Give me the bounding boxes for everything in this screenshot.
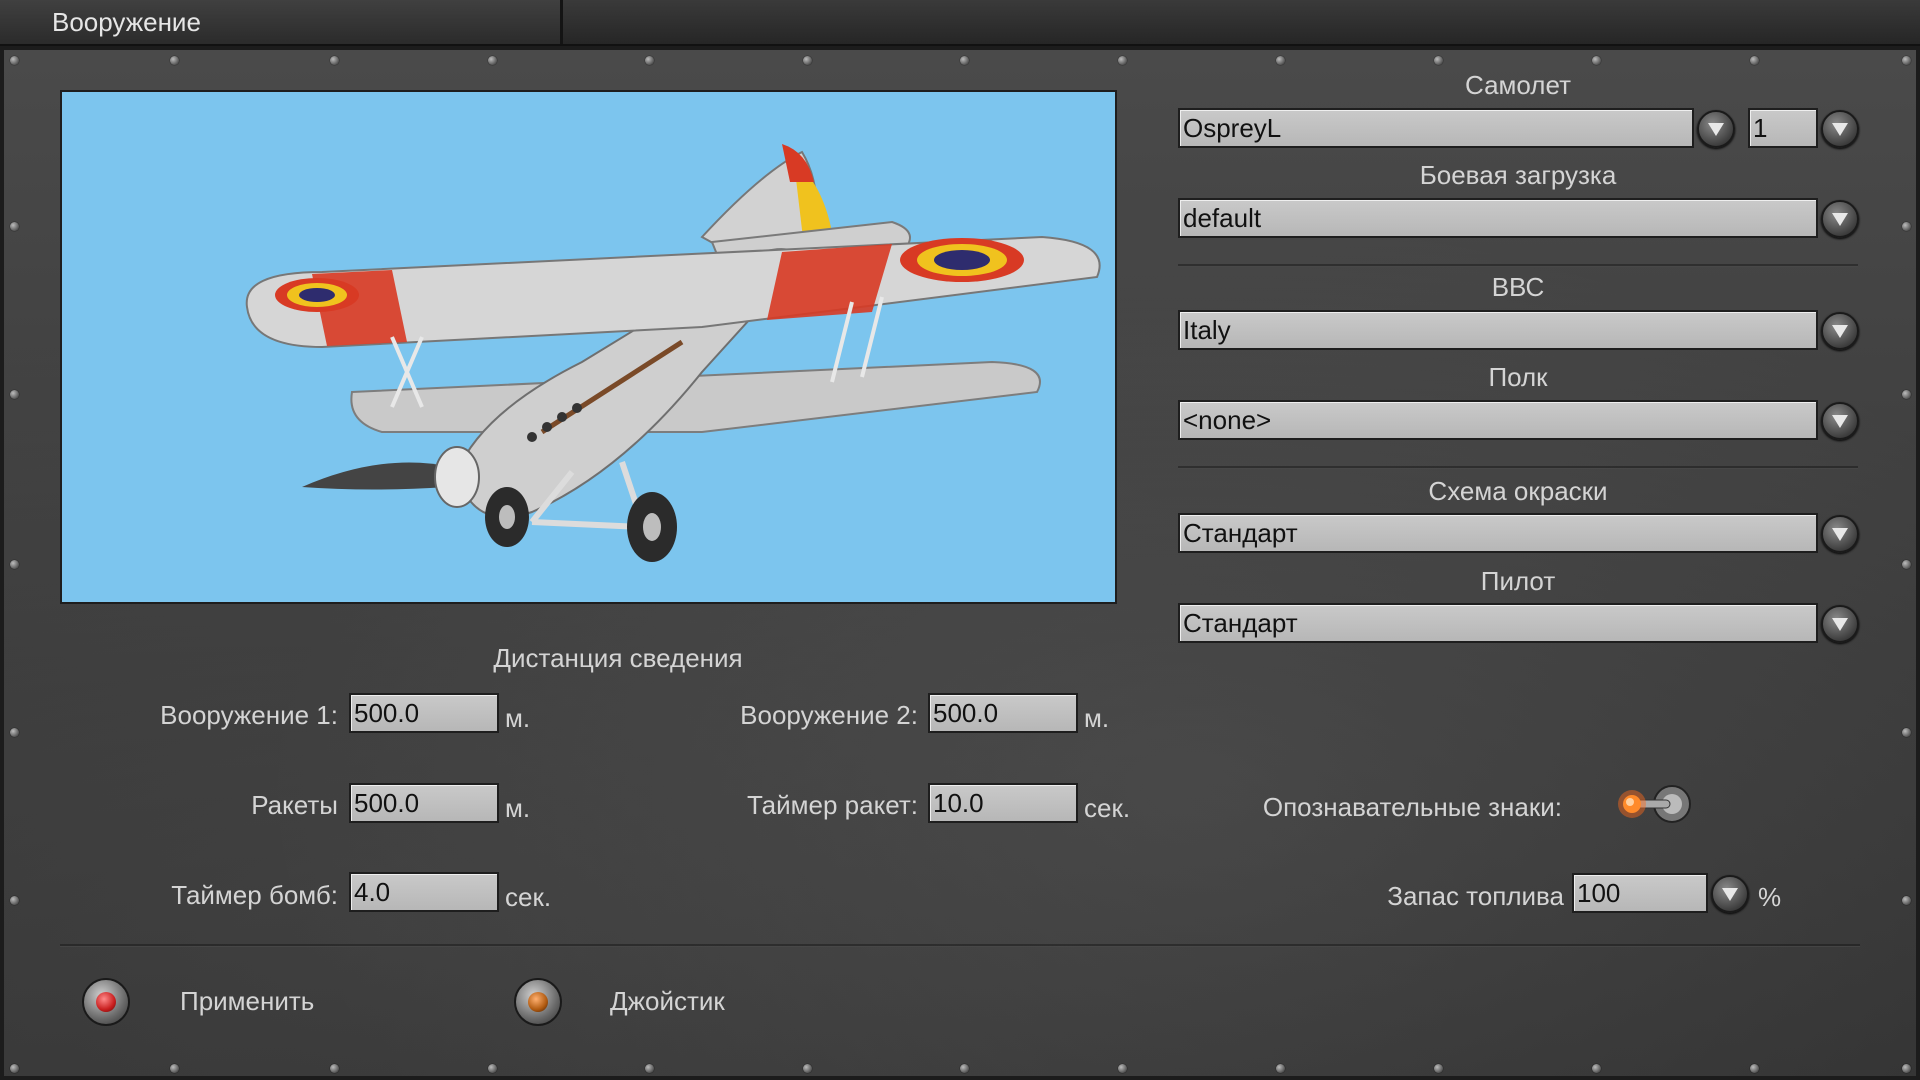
aircraft-model-image [245,144,1101,562]
rocket-timer-unit: сек. [1084,793,1131,823]
weapon1-unit: м. [505,703,531,733]
separator [1178,264,1858,267]
rockets-input[interactable]: 500.0 [349,783,499,823]
rivet [1902,1064,1911,1073]
rivet [1276,56,1285,65]
regiment-select[interactable]: <none> [1178,400,1818,440]
rocket-timer-label: Таймер ракет: [746,790,918,820]
bomb-timer-input[interactable]: 4.0 [349,872,499,912]
rivet [10,222,19,231]
paint-scheme-label: Схема окраски [1428,476,1608,506]
weapon1-label: Вооружение 1: [160,700,338,730]
amber-lamp-icon [528,992,548,1012]
apply-button[interactable] [82,978,130,1026]
separator [1178,466,1858,469]
aircraft-select[interactable]: OspreyL [1178,108,1694,148]
rivet [488,56,497,65]
weapon2-label: Вооружение 2: [740,700,918,730]
weapon1-input[interactable]: 500.0 [349,693,499,733]
airforce-chevron-down-icon[interactable] [1821,312,1859,350]
rockets-unit: м. [505,793,531,823]
pilot-select[interactable]: Стандарт [1178,603,1818,643]
joystick-label[interactable]: Джойстик [610,986,725,1017]
markings-toggle[interactable] [1612,782,1698,826]
rivet [1902,728,1911,737]
aircraft-count-select[interactable]: 1 [1748,108,1818,148]
weapon2-unit: м. [1084,703,1110,733]
paint-scheme-select[interactable]: Стандарт [1178,513,1818,553]
toggle-switch-icon [1618,785,1691,823]
aircraft-dropdown-chevron-down-icon[interactable] [1697,110,1735,148]
rivet [10,560,19,569]
airforce-label: ВВС [1491,272,1545,302]
loadout-label: Боевая загрузка [1419,160,1617,190]
rivet [1118,56,1127,65]
rivet [1592,1064,1601,1073]
rivet [1902,896,1911,905]
aircraft-preview[interactable] [60,90,1117,604]
rivet [488,1064,497,1073]
pilot-label: Пилот [1480,566,1556,596]
title-bar: Вооружение [0,0,1920,46]
apply-label[interactable]: Применить [180,986,314,1017]
rivet [1592,56,1601,65]
rivet [10,390,19,399]
rivet [960,1064,969,1073]
rivet [170,1064,179,1073]
rivet [803,56,812,65]
rivet [1750,1064,1759,1073]
rivet [645,56,654,65]
window-title: Вооружение [52,7,201,37]
rivet [960,56,969,65]
rivet [1902,560,1911,569]
rivet [1434,56,1443,65]
rocket-timer-input[interactable]: 10.0 [928,783,1078,823]
markings-label: Опознавательные знаки: [1262,792,1562,822]
rivet [330,1064,339,1073]
paint-scheme-chevron-down-icon[interactable] [1821,515,1859,553]
regiment-label: Полк [1488,362,1548,392]
rockets-label: Ракеты [251,790,338,820]
rivet [1902,222,1911,231]
convergence-title: Дистанция сведения [493,643,743,673]
rivet [1276,1064,1285,1073]
airforce-select[interactable]: Italy [1178,310,1818,350]
rivet [330,56,339,65]
bomb-timer-unit: сек. [505,882,552,912]
rivet [10,56,19,65]
rivet [170,56,179,65]
separator [60,944,1860,947]
fuel-chevron-down-icon[interactable] [1711,875,1749,913]
bomb-timer-label: Таймер бомб: [171,880,338,910]
rivet [1118,1064,1127,1073]
fuel-label: Запас топлива [1387,881,1564,911]
rivet [10,728,19,737]
loadout-chevron-down-icon[interactable] [1821,200,1859,238]
rivet [10,896,19,905]
fuel-unit: % [1758,882,1782,912]
pilot-chevron-down-icon[interactable] [1821,605,1859,643]
aircraft-count-chevron-down-icon[interactable] [1821,110,1859,148]
rivet [1750,56,1759,65]
loadout-select[interactable]: default [1178,198,1818,238]
rivet [1902,390,1911,399]
regiment-chevron-down-icon[interactable] [1821,402,1859,440]
rivet [1902,56,1911,65]
window-tab: Вооружение [0,0,563,44]
rivet [10,1064,19,1073]
rivet [1434,1064,1443,1073]
joystick-button[interactable] [514,978,562,1026]
fuel-input[interactable]: 100 [1572,873,1708,913]
rivet [645,1064,654,1073]
aircraft-label: Самолет [1465,70,1571,100]
red-lamp-icon [96,992,116,1012]
rivet [803,1064,812,1073]
weapon2-input[interactable]: 500.0 [928,693,1078,733]
